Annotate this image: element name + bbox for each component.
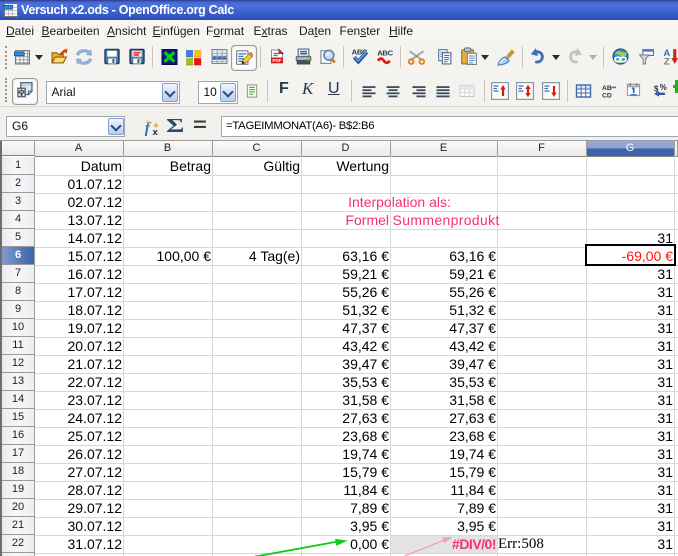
svg-text:x: x bbox=[152, 127, 158, 136]
svg-text:ABC: ABC bbox=[377, 48, 393, 57]
svg-text:%: % bbox=[659, 83, 666, 92]
svg-text:PDF: PDF bbox=[272, 58, 281, 63]
svg-text:AB: AB bbox=[602, 85, 612, 92]
svg-text:Z: Z bbox=[663, 56, 669, 65]
svg-text:CD: CD bbox=[602, 93, 612, 100]
